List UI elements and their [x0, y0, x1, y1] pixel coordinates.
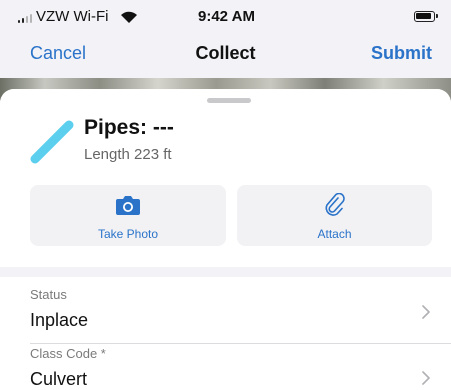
class-code-field-value: Culvert	[30, 369, 88, 389]
sheet-grab-handle[interactable]	[207, 98, 251, 103]
camera-icon	[116, 196, 140, 215]
wifi-icon	[121, 11, 137, 23]
signal-bar	[22, 18, 24, 23]
status-time: 9:42 AM	[198, 8, 255, 25]
attach-button[interactable]: Attach	[237, 185, 432, 246]
feature-length: Length 223 ft	[84, 146, 172, 163]
attribute-form: Status Inplace Class Code * Culvert	[0, 277, 451, 390]
take-photo-button[interactable]: Take Photo	[30, 185, 226, 246]
attach-label: Attach	[317, 227, 352, 241]
submit-button[interactable]: Submit	[371, 43, 432, 64]
status-field-row[interactable]: Status Inplace	[0, 277, 451, 343]
feature-sheet: Pipes: --- Length 223 ft Take Photo Atta…	[0, 89, 451, 390]
battery-icon	[414, 11, 438, 22]
carrier-label: VZW Wi-Fi	[36, 8, 109, 25]
class-code-field-label: Class Code *	[30, 346, 106, 361]
take-photo-label: Take Photo	[97, 227, 159, 241]
status-field-value: Inplace	[30, 310, 89, 330]
class-code-field-row[interactable]: Class Code * Culvert	[0, 344, 451, 390]
status-field-label: Status	[30, 287, 67, 302]
chevron-right-icon	[422, 305, 430, 319]
signal-bar	[26, 16, 28, 23]
navigation-bar: Cancel Collect Submit	[0, 30, 451, 78]
line-feature-icon	[30, 120, 74, 164]
signal-bar	[18, 20, 20, 23]
paperclip-icon	[325, 193, 345, 216]
feature-title: Pipes: ---	[84, 116, 174, 139]
cellular-signal-icon	[18, 13, 32, 23]
status-bar: VZW Wi-Fi 9:42 AM	[0, 0, 451, 30]
chevron-right-icon	[422, 371, 430, 385]
collect-screen: VZW Wi-Fi 9:42 AM Cancel Collect Submit …	[0, 0, 451, 390]
sheet-header: Pipes: --- Length 223 ft Take Photo Atta…	[0, 89, 451, 267]
signal-bar	[30, 14, 32, 23]
